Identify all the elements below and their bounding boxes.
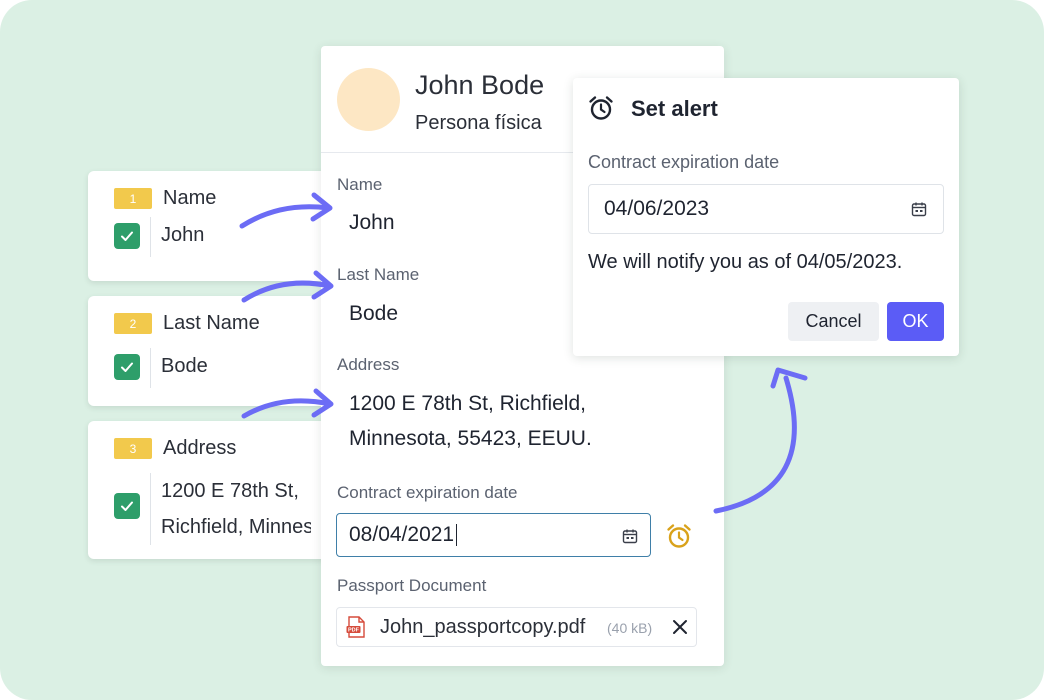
arrow-alert [713, 375, 797, 514]
field-number-badge: 3 [114, 438, 152, 459]
contract-date-value: 08/04/2021 [349, 523, 458, 547]
alarm-clock-icon[interactable] [665, 522, 693, 550]
extraction-card-body: John [114, 217, 204, 257]
passport-label: Passport Document [337, 576, 487, 595]
extraction-card-name: 1 Name John [88, 171, 340, 281]
divider [150, 473, 151, 545]
calendar-icon[interactable] [911, 201, 927, 217]
alert-date-label: Contract expiration date [588, 152, 780, 172]
check-icon[interactable] [114, 223, 140, 249]
alert-date-input[interactable]: 04/06/2023 [588, 184, 944, 234]
extraction-value-line: 1200 E 78th St, [161, 480, 299, 502]
address-field[interactable]: 1200 E 78th St, Richfield, Minnesota, 55… [349, 386, 592, 456]
extraction-card-header: 3 Address [114, 437, 236, 460]
close-icon[interactable] [671, 618, 689, 636]
contract-date-label: Contract expiration date [337, 483, 518, 502]
cancel-button[interactable]: Cancel [788, 302, 879, 341]
contract-date-input[interactable]: 08/04/2021 [336, 513, 651, 557]
person-name: John Bode [415, 70, 545, 100]
calendar-icon[interactable] [622, 528, 638, 544]
text-cursor [456, 524, 458, 547]
field-number-badge: 1 [114, 188, 152, 209]
extraction-field-label: Address [163, 437, 237, 459]
check-icon[interactable] [114, 493, 140, 519]
extraction-card-last-name: 2 Last Name Bode [88, 296, 340, 406]
name-field[interactable]: John [349, 205, 395, 240]
pdf-file-icon: PDF [346, 616, 365, 638]
canvas-background: 1 Name John 2 Last Name Bode 3 Address 1… [0, 0, 1044, 700]
person-type: Persona física [415, 112, 542, 134]
file-name[interactable]: John_passportcopy.pdf [380, 616, 585, 639]
extraction-value: John [161, 224, 205, 246]
passport-file-attachment[interactable]: PDF John_passportcopy.pdf (40 kB) [336, 607, 697, 647]
extraction-field-label: Last Name [163, 312, 260, 334]
divider [150, 348, 151, 388]
field-number-badge: 2 [114, 313, 152, 334]
name-label: Name [337, 175, 383, 194]
arrow-alert-head [770, 367, 808, 389]
alert-notification-note: We will notify you as of 04/05/2023. [588, 251, 903, 273]
extraction-field-label: Name [163, 187, 217, 209]
alarm-clock-icon [589, 96, 613, 120]
set-alert-dialog: Set alert Contract expiration date 04/06… [573, 78, 959, 356]
extraction-card-header: 2 Last Name [114, 312, 260, 335]
extraction-card-body: Bode [114, 348, 208, 388]
alert-date-value: 04/06/2023 [604, 197, 710, 220]
last-name-label: Last Name [337, 265, 420, 284]
contract-date-text: 08/04/2021 [349, 523, 455, 546]
address-line-2: Minnesota, 55423, EEUU. [349, 427, 592, 450]
divider [150, 217, 151, 257]
last-name-field[interactable]: Bode [349, 296, 398, 331]
address-line-1: 1200 E 78th St, Richfield, [349, 392, 586, 415]
avatar [337, 68, 400, 131]
extraction-value-line: Richfield, Minnes [161, 516, 311, 538]
address-label: Address [337, 355, 400, 374]
check-icon[interactable] [114, 354, 140, 380]
file-size: (40 kB) [607, 620, 653, 636]
dialog-title: Set alert [631, 96, 718, 121]
svg-text:PDF: PDF [348, 628, 360, 634]
extraction-card-body: 1200 E 78th St, Richfield, Minnes [114, 473, 311, 545]
extraction-card-address: 3 Address 1200 E 78th St, Richfield, Min… [88, 421, 340, 559]
extraction-value: Bode [161, 355, 208, 377]
extraction-card-header: 1 Name [114, 187, 216, 210]
extraction-value: 1200 E 78th St, Richfield, Minnes [161, 473, 311, 545]
ok-button[interactable]: OK [887, 302, 944, 341]
